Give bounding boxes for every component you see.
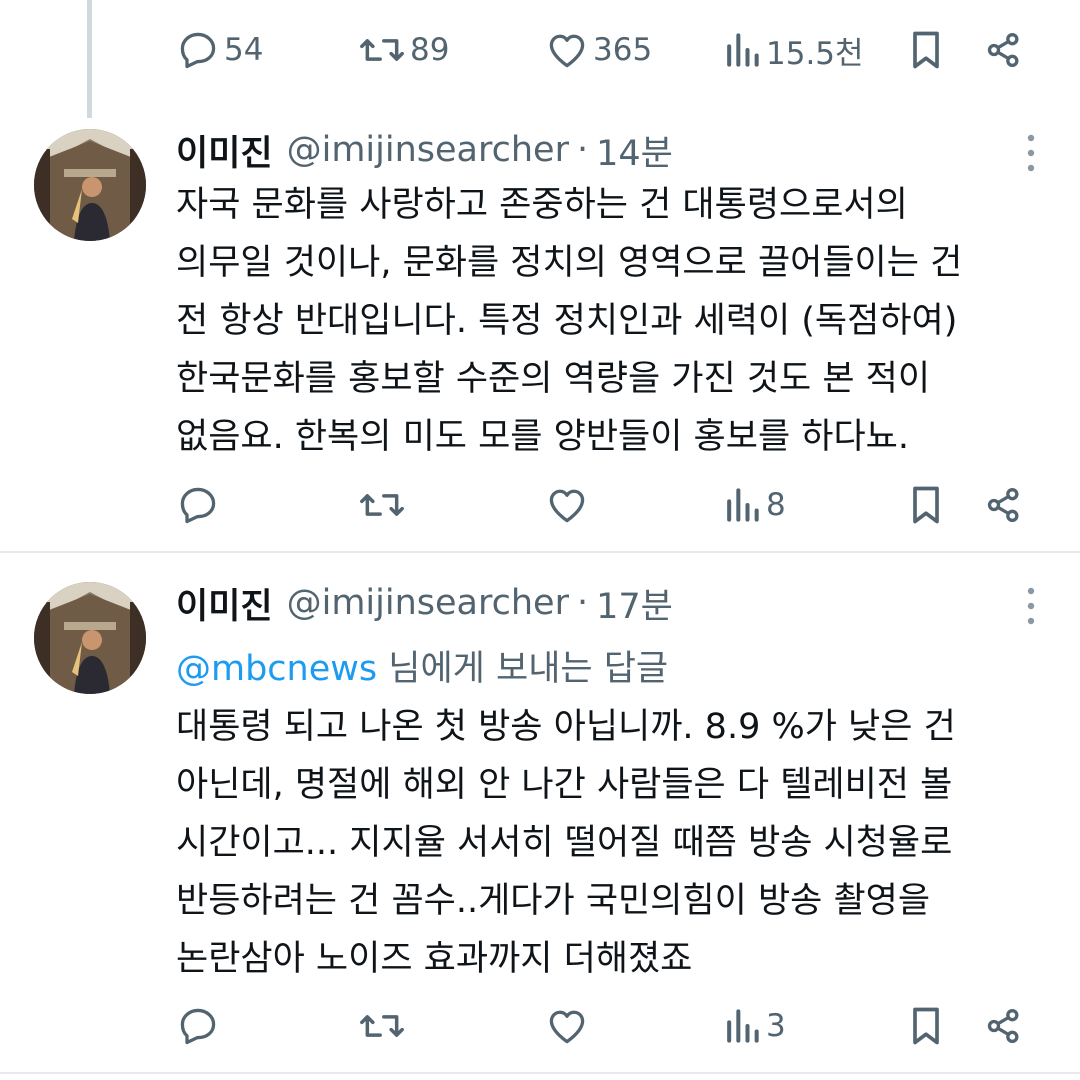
share-icon — [987, 32, 1019, 68]
bookmark-icon — [913, 486, 939, 524]
like-button[interactable] — [545, 475, 589, 535]
avatar[interactable] — [34, 582, 146, 694]
bookmark-button[interactable] — [906, 996, 946, 1056]
tweet-action-bar: 8 — [0, 475, 1080, 535]
like-button[interactable] — [545, 996, 589, 1056]
reply-button[interactable] — [176, 475, 220, 535]
tweet-header: 이미진 @imijinsearcher · 14분 — [176, 125, 673, 175]
avatar[interactable] — [34, 129, 146, 241]
mention-link[interactable]: @mbcnews — [176, 649, 377, 689]
display-name[interactable]: 이미진 — [176, 578, 273, 629]
share-button[interactable] — [984, 996, 1024, 1056]
views-button[interactable]: 3 — [722, 996, 786, 1056]
reply-icon — [180, 487, 216, 524]
user-handle[interactable]: @imijinsearcher — [287, 583, 569, 623]
tweet-divider — [0, 551, 1080, 553]
retweet-icon — [360, 494, 404, 516]
like-icon — [549, 489, 585, 523]
share-button[interactable] — [984, 475, 1024, 535]
tweet[interactable]: 이미진 @imijinsearcher · 14분 자국 문화를 사랑하고 존중… — [0, 125, 1080, 555]
views-icon — [727, 488, 759, 522]
view-count: 15.5천 — [766, 35, 864, 72]
previous-tweet-action-bar: 54 89 365 15.5천 — [0, 20, 1080, 80]
avatar-image — [34, 582, 146, 694]
share-button[interactable] — [984, 20, 1024, 80]
like-icon — [549, 34, 585, 68]
reply-icon — [180, 32, 216, 69]
share-icon — [987, 1008, 1019, 1044]
reply-context-label: 님에게 보내는 답글 — [377, 649, 669, 689]
tweet-text-line: 전 항상 반대입니다. 특정 정치인과 세력이 (독점하여) — [176, 301, 958, 341]
separator-dot: · — [576, 130, 589, 170]
tweet-text-line: 의무일 것이나, 문화를 정치의 영역으로 끌어들이는 건 — [176, 243, 963, 283]
tweet-time[interactable]: 17분 — [596, 578, 673, 629]
tweet-text-line: 없음요. 한복의 미도 모를 양반들이 홍보를 하다뇨. — [176, 417, 910, 457]
reply-icon — [180, 1008, 216, 1045]
like-button[interactable]: 365 — [545, 20, 652, 80]
user-handle[interactable]: @imijinsearcher — [287, 130, 569, 170]
tweet[interactable]: 이미진 @imijinsearcher · 17분 @mbcnews 님에게 보… — [0, 578, 1080, 1058]
tweet-text-line: 한국문화를 홍보할 수준의 역량을 가진 것도 본 적이 — [176, 359, 931, 399]
reply-button[interactable]: 54 — [176, 20, 263, 80]
tweet-action-bar: 3 — [0, 996, 1080, 1056]
views-icon — [727, 1009, 759, 1043]
retweet-button[interactable] — [358, 475, 406, 535]
tweet-text-line: 반등하려는 건 꼼수..게다가 국민의힘이 방송 촬영을 — [176, 881, 931, 921]
tweet-text-line: 대통령 되고 나온 첫 방송 아닙니까. 8.9 %가 낮은 건 — [176, 707, 956, 747]
reply-count: 54 — [224, 32, 264, 68]
more-icon[interactable] — [1026, 133, 1036, 173]
display-name[interactable]: 이미진 — [176, 125, 273, 176]
tweet-text: 대통령 되고 나온 첫 방송 아닙니까. 8.9 %가 낮은 건 아닌데, 명절… — [176, 698, 1056, 988]
tweet-header: 이미진 @imijinsearcher · 17분 — [176, 578, 673, 628]
tweet-time[interactable]: 14분 — [596, 125, 673, 176]
views-button[interactable]: 8 — [722, 475, 786, 535]
retweet-icon — [360, 39, 404, 61]
views-icon — [727, 33, 759, 67]
view-count: 3 — [766, 1008, 786, 1044]
retweet-button[interactable] — [358, 996, 406, 1056]
retweet-button[interactable]: 89 — [358, 20, 449, 80]
reply-context: @mbcnews 님에게 보내는 답글 — [176, 640, 668, 691]
tweet-text: 자국 문화를 사랑하고 존중하는 건 대통령으로서의 의무일 것이나, 문화를 … — [176, 176, 1056, 466]
like-icon — [549, 1010, 585, 1044]
bookmark-button[interactable] — [906, 20, 946, 80]
reply-button[interactable] — [176, 996, 220, 1056]
bookmark-icon — [913, 1007, 939, 1045]
views-button[interactable]: 15.5천 — [722, 20, 864, 80]
tweet-text-line: 논란삼아 노이즈 효과까지 더해졌죠 — [176, 939, 693, 979]
retweet-count: 89 — [410, 32, 450, 68]
tweet-divider — [0, 1072, 1080, 1074]
like-count: 365 — [593, 32, 653, 68]
more-icon[interactable] — [1026, 586, 1036, 626]
bookmark-button[interactable] — [906, 475, 946, 535]
tweet-text-line: 자국 문화를 사랑하고 존중하는 건 대통령으로서의 — [176, 185, 908, 225]
retweet-icon — [360, 1015, 404, 1037]
tweet-text-line: 시간이고... 지지율 서서히 떨어질 때쯤 방송 시청율로 — [176, 823, 953, 863]
tweet-text-line: 아닌데, 명절에 해외 안 나간 사람들은 다 텔레비전 볼 — [176, 765, 953, 805]
avatar-image — [34, 129, 146, 241]
view-count: 8 — [766, 487, 786, 523]
bookmark-icon — [913, 31, 939, 69]
separator-dot: · — [576, 583, 589, 623]
share-icon — [987, 487, 1019, 523]
